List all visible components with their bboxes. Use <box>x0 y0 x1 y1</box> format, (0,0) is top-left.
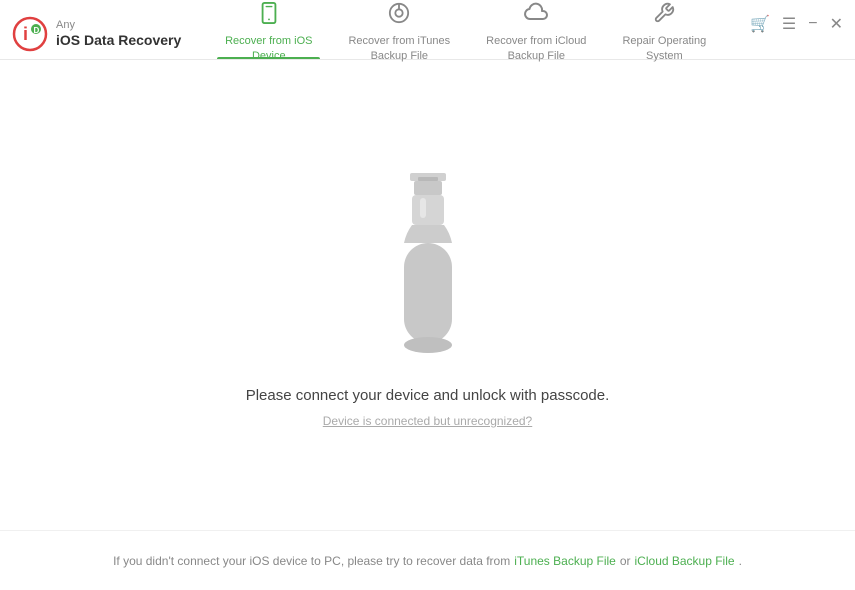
tab-ios-device[interactable]: Recover from iOSDevice <box>207 8 330 59</box>
cloud-icon <box>524 2 548 30</box>
svg-text:i: i <box>23 24 28 44</box>
tab-itunes-backup[interactable]: Recover from iTunesBackup File <box>330 8 468 59</box>
connect-message: Please connect your device and unlock wi… <box>246 387 610 404</box>
app-logo-icon: i D <box>12 16 48 52</box>
tab-repair-os[interactable]: Repair OperatingSystem <box>604 8 724 59</box>
phone-icon <box>258 2 280 30</box>
icloud-backup-link[interactable]: iCloud Backup File <box>635 554 735 568</box>
footer-conjunction: or <box>620 554 631 568</box>
lightning-cable-svg <box>368 163 488 363</box>
repair-icon <box>653 2 675 30</box>
tab-icloud-label: Recover from iCloudBackup File <box>486 34 586 63</box>
close-button[interactable]: ✕ <box>830 14 843 34</box>
footer: If you didn't connect your iOS device to… <box>0 530 855 590</box>
nav-tabs: Recover from iOSDevice Recover from iTun… <box>207 8 724 59</box>
footer-prefix: If you didn't connect your iOS device to… <box>113 554 510 568</box>
cart-button[interactable]: 🛒 <box>750 14 770 34</box>
tab-itunes-label: Recover from iTunesBackup File <box>348 34 450 63</box>
window-controls: 🛒 ☰ − ✕ <box>750 14 843 34</box>
tab-ios-device-label: Recover from iOSDevice <box>225 34 312 63</box>
itunes-backup-link[interactable]: iTunes Backup File <box>514 554 616 568</box>
app-main-title: iOS Data Recovery <box>56 32 181 49</box>
cable-illustration <box>368 163 488 363</box>
app-any-label: Any <box>56 19 181 32</box>
main-content: Please connect your device and unlock wi… <box>0 60 855 530</box>
menu-button[interactable]: ☰ <box>782 14 796 34</box>
tab-icloud-backup[interactable]: Recover from iCloudBackup File <box>468 8 604 59</box>
app-title: Any iOS Data Recovery <box>56 19 181 49</box>
footer-suffix: . <box>739 554 742 568</box>
title-bar: i D Any iOS Data Recovery Recover from i… <box>0 0 855 60</box>
unrecognized-link[interactable]: Device is connected but unrecognized? <box>323 414 532 428</box>
tab-repair-label: Repair OperatingSystem <box>622 34 706 63</box>
logo-area: i D Any iOS Data Recovery <box>12 16 181 52</box>
minimize-button[interactable]: − <box>808 15 817 33</box>
svg-text:D: D <box>34 26 40 35</box>
itunes-icon <box>388 2 410 30</box>
